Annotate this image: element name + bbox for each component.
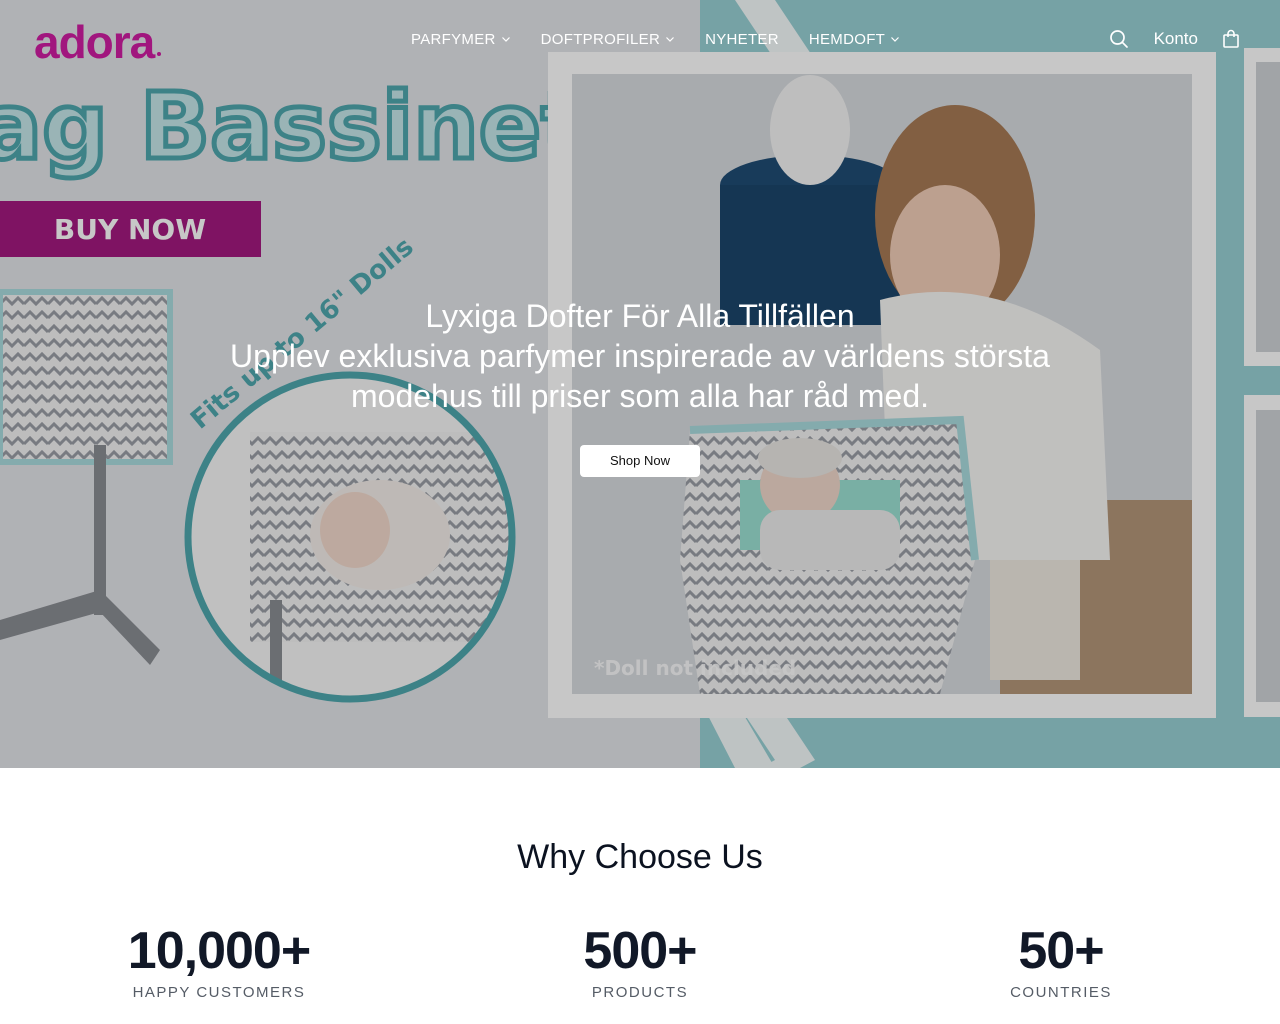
why-choose-us-section: Why Choose Us 10,000+ HAPPY CUSTOMERS 50… [0, 768, 1280, 1024]
nav-item-doftprofiler[interactable]: DOFTPROFILER [541, 31, 675, 48]
banner-heading-art: ag Bassinet [0, 73, 585, 180]
site-header: adora PARFYMER DOFTPROFILER NYHETER HEMD… [0, 0, 1280, 80]
hero-subtitle: Upplev exklusiva parfymer inspirerade av… [230, 338, 1050, 414]
nav-item-hemdoft[interactable]: HEMDOFT [809, 31, 900, 48]
stat-label: PRODUCTS [591, 984, 689, 1001]
stat-customers: 10,000+ HAPPY CUSTOMERS [69, 920, 369, 1001]
stat-countries: 50+ COUNTRIES [911, 920, 1211, 1001]
hero-title: Lyxiga Dofter För Alla Tillfällen [425, 298, 855, 334]
nav-label: NYHETER [705, 31, 779, 48]
stat-value: 500+ [583, 922, 697, 980]
section-title: Why Choose Us [517, 838, 763, 876]
stat-value: 10,000+ [127, 922, 311, 980]
logo-text: adora [34, 16, 155, 68]
nav-item-parfymer[interactable]: PARFYMER [411, 31, 511, 48]
hero-banner: ag Bassinet BUY NOW Fits up to 16" Dolls [0, 0, 1280, 768]
shop-now-button[interactable]: Shop Now [580, 445, 700, 477]
nav-label: DOFTPROFILER [540, 31, 661, 48]
hero-content: Lyxiga Dofter För Alla Tillfällen Upplev… [0, 296, 1280, 477]
shopping-bag-icon [1223, 29, 1239, 48]
stat-value: 50+ [1018, 922, 1104, 980]
main-nav: PARFYMER DOFTPROFILER NYHETER HEMDOFT [411, 31, 900, 48]
chevron-down-icon [891, 37, 900, 42]
search-button[interactable] [1109, 29, 1129, 49]
nav-label: PARFYMER [411, 31, 496, 48]
stat-products: 500+ PRODUCTS [490, 920, 790, 1001]
account-link[interactable]: Konto [1154, 29, 1198, 49]
chevron-down-icon [666, 37, 675, 42]
chevron-down-icon [501, 37, 510, 42]
brand-logo[interactable]: adora [34, 12, 162, 72]
search-icon [1109, 30, 1128, 48]
cart-button[interactable] [1222, 29, 1240, 49]
nav-item-nyheter[interactable]: NYHETER [705, 31, 779, 48]
nav-label: HEMDOFT [808, 31, 886, 48]
stat-label: COUNTRIES [1010, 984, 1112, 1001]
banner-note-art: *Doll not included [594, 656, 796, 680]
logo-dot [157, 52, 162, 56]
stat-label: HAPPY CUSTOMERS [132, 984, 306, 1001]
header-actions: Konto [1109, 29, 1240, 49]
svg-text:BUY NOW: BUY NOW [54, 213, 206, 246]
